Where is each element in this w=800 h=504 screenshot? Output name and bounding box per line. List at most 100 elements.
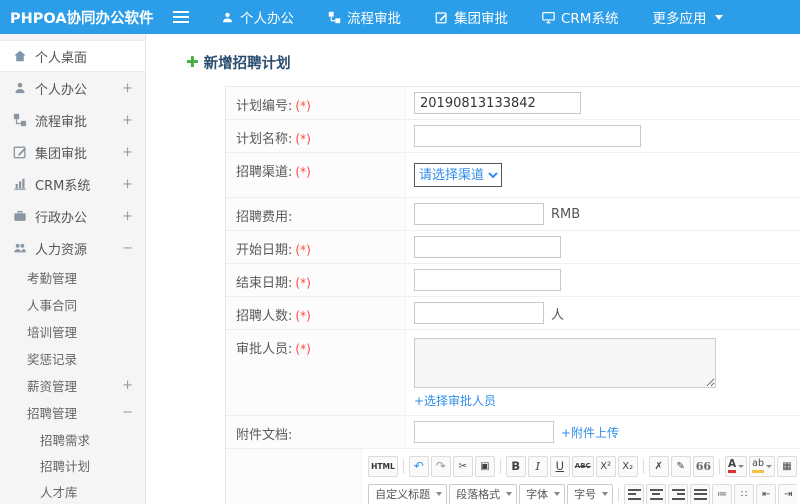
indent-button[interactable]: ⇥	[778, 483, 797, 504]
expand-minus[interactable]: −	[122, 241, 133, 256]
expand-plus[interactable]: +	[122, 113, 133, 128]
sidebar-item-recruit-mgmt[interactable]: 招聘管理 −	[0, 399, 145, 426]
insert-table-button[interactable]: ▦	[777, 455, 797, 477]
caret-down-icon	[738, 464, 745, 468]
subscript-button[interactable]: X₂	[617, 455, 638, 477]
redo-button[interactable]: ↷	[430, 455, 451, 477]
nav-process-approval[interactable]: 流程审批	[311, 0, 418, 34]
caret-down-icon	[554, 492, 561, 496]
sidebar-item-recruit-demand[interactable]: 招聘需求	[0, 426, 145, 452]
highlight-color-button[interactable]: ab	[749, 455, 775, 477]
font-family-select[interactable]: 字体	[519, 483, 566, 504]
source-code-button[interactable]: HTML	[368, 455, 398, 477]
outdent-button[interactable]: ⇤	[756, 483, 777, 504]
cut-button[interactable]: ✂	[452, 455, 473, 477]
sidebar-item-training[interactable]: 培训管理	[0, 318, 145, 345]
approver-textarea[interactable]	[414, 338, 716, 388]
caret-down-icon	[506, 492, 513, 496]
sidebar-item-hr-contract[interactable]: 人事合同	[0, 291, 145, 318]
sidebar-item-label: 薪资管理	[27, 379, 78, 394]
expand-plus[interactable]: +	[122, 378, 133, 393]
align-left-button[interactable]	[624, 483, 645, 504]
expand-minus[interactable]: −	[122, 405, 133, 420]
sidebar-item-label: 奖惩记录	[27, 352, 78, 367]
heading-select[interactable]: 自定义标题	[368, 483, 448, 504]
toolbar-separator	[719, 458, 720, 474]
bar-chart-icon	[12, 177, 27, 192]
bold-button[interactable]: B	[505, 455, 526, 477]
undo-button[interactable]: ↶	[408, 455, 429, 477]
sidebar-item-personal-office[interactable]: 个人办公 +	[0, 72, 145, 104]
remove-format-button[interactable]: ✗	[648, 455, 669, 477]
home-icon	[12, 49, 27, 64]
fee-unit: RMB	[551, 206, 581, 222]
underline-button[interactable]: U	[549, 455, 570, 477]
sidebar-item-crm-system[interactable]: CRM系统 +	[0, 168, 145, 200]
person-icon	[221, 11, 234, 24]
sidebar-item-rewards[interactable]: 奖惩记录	[0, 345, 145, 372]
expand-plus[interactable]: +	[122, 177, 133, 192]
nav-personal-office[interactable]: 个人办公	[204, 0, 311, 34]
form-row-headcount: 招聘人数: (*) 人	[226, 297, 800, 330]
form-row-editor: HTML ↶ ↷ ✂ ▣ B I U ABC X² X₂ ✗ ✎ 66 A ab…	[226, 449, 800, 504]
paragraph-format-select[interactable]: 段落格式	[449, 483, 518, 504]
sidebar-item-label: 培训管理	[27, 325, 78, 340]
editor-toolbar-row-1: HTML ↶ ↷ ✂ ▣ B I U ABC X² X₂ ✗ ✎ 66 A ab…	[368, 453, 797, 479]
sidebar-item-label: 个人办公	[35, 82, 88, 98]
attachment-upload-link[interactable]: +附件上传	[561, 424, 619, 441]
approver-label: 审批人员: (*)	[226, 330, 406, 415]
expand-plus[interactable]: +	[122, 209, 133, 224]
page-title-text: 新增招聘计划	[203, 56, 291, 72]
sidebar-item-admin-office[interactable]: 行政办公 +	[0, 200, 145, 232]
sidebar-item-hr[interactable]: 人力资源 −	[0, 232, 145, 264]
font-color-button[interactable]: A	[725, 455, 748, 477]
sidebar-item-talent-pool[interactable]: 人才库	[0, 478, 145, 504]
top-bar: PHPOA协同办公软件 个人办公 流程审批 集团审批 CRM系统 更多应用	[0, 0, 800, 34]
sidebar-item-group-approval[interactable]: 集团审批 +	[0, 136, 145, 168]
font-size-select[interactable]: 字号	[567, 483, 614, 504]
nav-more-apps[interactable]: 更多应用	[635, 0, 740, 34]
strikethrough-button[interactable]: ABC	[571, 455, 594, 477]
required-mark: (*)	[295, 165, 311, 179]
channel-select[interactable]: 请选择渠道	[414, 163, 502, 187]
align-right-button[interactable]	[668, 483, 689, 504]
page-title: ✚ 新增招聘计划	[186, 52, 800, 73]
align-center-button[interactable]	[646, 483, 667, 504]
headcount-input[interactable]	[414, 302, 544, 324]
format-brush-button[interactable]: ✎	[670, 455, 691, 477]
nav-crm-system[interactable]: CRM系统	[525, 0, 635, 34]
fee-input[interactable]	[414, 203, 544, 225]
sidebar-item-label: 考勤管理	[27, 271, 78, 286]
italic-button[interactable]: I	[527, 455, 548, 477]
form-row-approver: 审批人员: (*) +选择审批人员	[226, 330, 800, 416]
fee-label: 招聘费用:	[226, 198, 406, 230]
expand-plus[interactable]: +	[122, 81, 133, 96]
expand-plus[interactable]: +	[122, 145, 133, 160]
align-justify-button[interactable]	[690, 483, 711, 504]
sidebar-item-salary[interactable]: 薪资管理 +	[0, 372, 145, 399]
paste-button[interactable]: ▣	[474, 455, 495, 477]
menu-toggle-button[interactable]	[158, 0, 204, 34]
end-date-input[interactable]	[414, 269, 561, 291]
nav-group-approval[interactable]: 集团审批	[418, 0, 525, 34]
sidebar-item-personal-desktop[interactable]: 个人桌面	[0, 40, 145, 72]
unordered-list-button[interactable]: ∷	[734, 483, 755, 504]
plan-no-input[interactable]	[414, 92, 581, 114]
sidebar-item-label: 行政办公	[35, 210, 88, 226]
sidebar-item-process-approval[interactable]: 流程审批 +	[0, 104, 145, 136]
choose-approver-link[interactable]: +选择审批人员	[414, 392, 496, 409]
plan-name-input[interactable]	[414, 125, 641, 147]
sidebar-item-recruit-plan[interactable]: 招聘计划	[0, 452, 145, 478]
blockquote-button[interactable]: 66	[692, 455, 714, 477]
sidebar-item-label: CRM系统	[35, 178, 91, 194]
flow-icon	[328, 11, 341, 24]
align-left-icon	[627, 488, 641, 500]
start-date-input[interactable]	[414, 236, 561, 258]
superscript-button[interactable]: X²	[595, 455, 616, 477]
rich-text-editor-toolbar: HTML ↶ ↷ ✂ ▣ B I U ABC X² X₂ ✗ ✎ 66 A ab…	[362, 449, 800, 504]
sidebar-item-label: 招聘计划	[40, 458, 91, 474]
sidebar-item-attendance[interactable]: 考勤管理	[0, 264, 145, 291]
app-logo[interactable]: PHPOA协同办公软件	[0, 7, 158, 28]
attachment-input[interactable]	[414, 421, 554, 443]
ordered-list-button[interactable]: ≔	[712, 483, 733, 504]
